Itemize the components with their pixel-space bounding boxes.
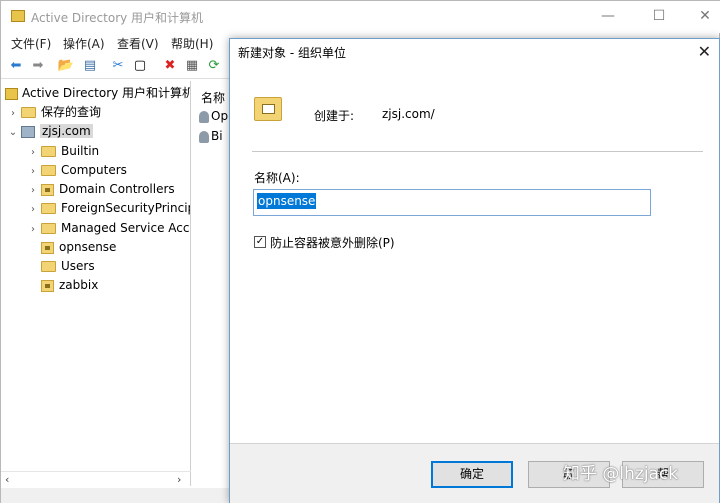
ou-icon <box>41 183 54 196</box>
up-folder-icon[interactable]: 📂 <box>57 58 75 74</box>
properties-icon[interactable]: ▦ <box>183 58 201 74</box>
menu-file[interactable]: 文件(F) <box>11 35 51 52</box>
user-icon <box>199 110 209 123</box>
dialog-body: 创建于: zjsj.com/ 名称(A): opnsense ✓ 防止容器被意外… <box>230 65 719 503</box>
folder-icon <box>41 146 56 157</box>
created-in-value: zjsj.com/ <box>382 107 435 121</box>
user-icon <box>199 130 209 143</box>
list-item-label: Op <box>211 109 229 123</box>
scroll-left-icon[interactable]: ‹ <box>5 473 9 486</box>
chevron-right-icon[interactable]: › <box>27 220 39 239</box>
chevron-right-icon[interactable]: › <box>27 181 39 200</box>
watermark: 知乎 @lhzjack <box>563 464 679 484</box>
folder-icon <box>41 165 56 176</box>
tree-item-label: Users <box>61 259 95 273</box>
chevron-right-icon[interactable]: › <box>27 200 39 219</box>
maximize-button[interactable]: ☐ <box>637 5 681 27</box>
ad-root-icon <box>5 87 18 100</box>
tree-item-label: Computers <box>61 163 127 177</box>
tree-item-domain-controllers[interactable]: › Domain Controllers <box>27 180 175 199</box>
tree-item-label: ForeignSecurityPrincipa <box>61 201 191 215</box>
minimize-button[interactable]: — <box>586 5 630 27</box>
folder-icon <box>41 203 56 214</box>
ad-app-icon <box>11 10 25 22</box>
cut-icon[interactable]: ✂ <box>109 58 127 74</box>
dialog-close-icon[interactable]: ✕ <box>698 42 711 61</box>
tree-item-domain[interactable]: ⌄ zjsj.com <box>7 122 93 141</box>
domain-icon <box>21 125 35 138</box>
divider <box>252 151 703 152</box>
back-arrow-icon[interactable]: ⬅ <box>7 58 25 74</box>
folder-icon <box>41 261 56 272</box>
ou-icon <box>41 241 54 254</box>
tree-item-label: opnsense <box>59 240 117 254</box>
protect-deletion-checkbox[interactable]: ✓ <box>254 236 266 248</box>
tree-item-label: 保存的查询 <box>41 105 102 119</box>
tree-item-label: Builtin <box>61 144 100 158</box>
name-label: 名称(A): <box>254 171 300 185</box>
refresh-icon[interactable]: ⟳ <box>205 58 223 74</box>
tree-item-foreign-security[interactable]: › ForeignSecurityPrincipa <box>27 199 191 219</box>
chevron-right-icon[interactable]: › <box>27 143 39 162</box>
tree-horizontal-scrollbar[interactable]: ‹ › <box>1 471 191 487</box>
tree-item-label: zjsj.com <box>40 124 93 138</box>
tree-item-label: Managed Service Acco <box>61 221 191 235</box>
menu-help[interactable]: 帮助(H) <box>171 35 213 52</box>
name-input-value: opnsense <box>257 193 317 209</box>
organizational-unit-icon <box>254 97 282 121</box>
delete-icon[interactable]: ✖ <box>161 58 179 74</box>
tree-item-computers[interactable]: › Computers <box>27 161 127 180</box>
chevron-right-icon[interactable]: › <box>27 162 39 181</box>
protect-deletion-label[interactable]: 防止容器被意外删除(P) <box>270 234 395 251</box>
name-input[interactable]: opnsense <box>253 189 651 216</box>
tree-root[interactable]: Active Directory 用户和计算机 <box>5 84 191 103</box>
new-ou-dialog: 新建对象 - 组织单位 ✕ 创建于: zjsj.com/ 名称(A): opns… <box>229 38 720 503</box>
created-in-label: 创建于: <box>314 109 355 123</box>
ok-button[interactable]: 确定 <box>431 461 513 488</box>
chevron-right-icon[interactable]: › <box>7 104 19 123</box>
tree-item-managed-service[interactable]: › Managed Service Acco <box>27 219 191 239</box>
column-header-name[interactable]: 名称 <box>201 89 225 106</box>
list-item[interactable]: Op <box>199 109 228 123</box>
tree-root-label: Active Directory 用户和计算机 <box>22 86 191 100</box>
folder-icon <box>21 107 36 118</box>
copy-icon[interactable]: ▢ <box>131 58 149 74</box>
tree-item-opnsense[interactable]: opnsense <box>39 238 116 257</box>
tree-item-builtin[interactable]: › Builtin <box>27 142 99 161</box>
menu-view[interactable]: 查看(V) <box>117 35 159 52</box>
tree-item-users[interactable]: Users <box>39 257 95 276</box>
window-title: Active Directory 用户和计算机 <box>31 11 204 25</box>
list-item-label: Bi <box>211 129 223 143</box>
show-pane-icon[interactable]: ▤ <box>81 58 99 74</box>
tree-item-label: zabbix <box>59 278 99 292</box>
results-pane: 名称 Op Bi <box>193 81 233 486</box>
menu-action[interactable]: 操作(A) <box>63 35 105 52</box>
scroll-right-icon[interactable]: › <box>177 473 181 486</box>
folder-icon <box>41 223 56 234</box>
dialog-title: 新建对象 - 组织单位 <box>238 46 346 60</box>
title-bar: Active Directory 用户和计算机 — ☐ ✕ <box>1 1 720 33</box>
chevron-down-icon[interactable]: ⌄ <box>7 123 19 142</box>
forward-arrow-icon[interactable]: ➡ <box>29 58 47 74</box>
tree-item-saved-queries[interactable]: › 保存的查询 <box>7 103 101 122</box>
dialog-title-bar: 新建对象 - 组织单位 ✕ <box>230 39 719 65</box>
tree-item-label: Domain Controllers <box>59 182 175 196</box>
ou-icon <box>41 279 54 292</box>
tree-item-zabbix[interactable]: zabbix <box>39 276 98 295</box>
console-tree: Active Directory 用户和计算机 › 保存的查询 ⌄ zjsj.com… <box>1 81 191 486</box>
list-item[interactable]: Bi <box>199 129 223 143</box>
close-button[interactable]: ✕ <box>683 5 720 27</box>
